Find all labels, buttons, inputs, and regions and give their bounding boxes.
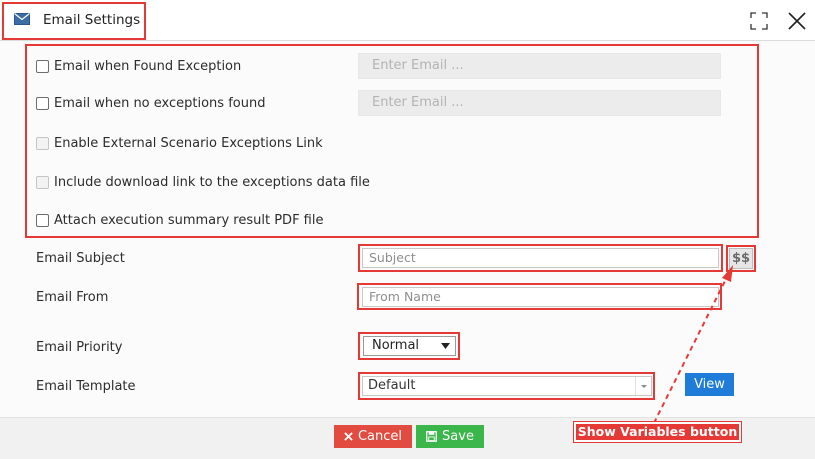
times-icon: [344, 432, 353, 441]
from-highlight-box: [357, 283, 722, 310]
cancel-label: Cancel: [357, 429, 403, 444]
email-subject-label: Email Subject: [36, 251, 125, 266]
email-priority-label: Email Priority: [36, 340, 123, 355]
maximize-icon[interactable]: [748, 10, 770, 32]
checkbox-group-highlight-box: [25, 44, 759, 238]
floppy-disk-icon: [426, 431, 437, 442]
show-variables-callout: Show Variables button: [574, 422, 741, 442]
variables-highlight-box: [726, 245, 756, 272]
email-template-label: Email Template: [36, 379, 136, 394]
view-template-button[interactable]: View: [685, 373, 734, 396]
email-from-label: Email From: [36, 290, 109, 305]
priority-highlight-box: [358, 332, 460, 360]
save-label: Save: [442, 429, 474, 444]
save-button[interactable]: Save: [416, 425, 484, 448]
title-highlight-box: [2, 2, 146, 40]
subject-highlight-box: [358, 244, 723, 272]
close-icon[interactable]: [786, 10, 808, 32]
template-highlight-box: [358, 372, 655, 400]
window-titlebar: Email Settings: [0, 0, 815, 41]
cancel-button[interactable]: Cancel: [334, 425, 412, 448]
